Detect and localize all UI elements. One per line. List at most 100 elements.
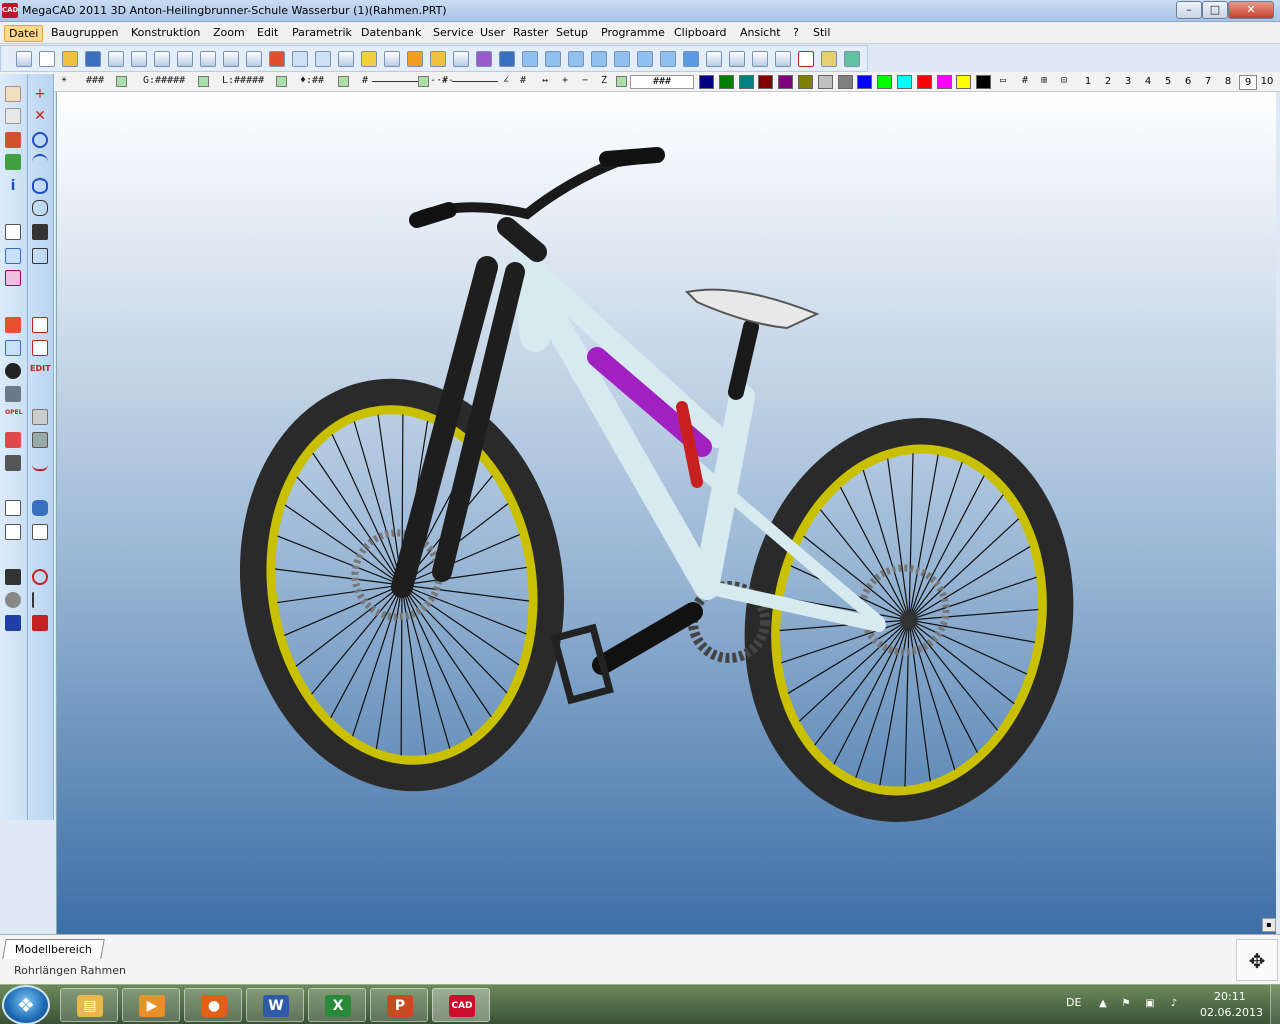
sphere-icon[interactable] xyxy=(5,363,21,379)
explode-icon[interactable] xyxy=(5,317,21,333)
blocks-icon[interactable] xyxy=(5,224,21,240)
linetype-hash[interactable]: # xyxy=(362,75,368,86)
color-field[interactable]: ### xyxy=(630,75,694,89)
save-icon[interactable] xyxy=(85,51,101,67)
2d-3d-toggle-icon[interactable] xyxy=(16,51,32,67)
language-indicator[interactable]: DE xyxy=(1066,996,1081,1009)
view-front-icon[interactable] xyxy=(545,51,561,67)
layer-9[interactable]: 9 xyxy=(1239,75,1257,90)
print-preview-icon[interactable] xyxy=(131,51,147,67)
color-swatch[interactable] xyxy=(699,75,714,89)
clock-time[interactable]: 20:11 xyxy=(1214,990,1246,1003)
cylinder-3-icon[interactable] xyxy=(752,51,768,67)
color-swatch[interactable] xyxy=(738,75,754,89)
lock-g-icon[interactable] xyxy=(198,76,209,87)
tree-icon[interactable] xyxy=(821,51,837,67)
taskbar-excel[interactable]: X xyxy=(308,988,366,1022)
color-swatch[interactable] xyxy=(798,75,813,89)
color-swatch[interactable] xyxy=(897,75,912,89)
menu-zoom[interactable]: Zoom xyxy=(209,25,249,42)
assembly-icon[interactable] xyxy=(5,340,21,356)
taskbar-powerpoint[interactable]: P xyxy=(370,988,428,1022)
paste-icon[interactable] xyxy=(5,524,21,540)
start-button[interactable]: ❖ xyxy=(2,985,50,1024)
view-iso-icon[interactable] xyxy=(637,51,653,67)
point-icon[interactable]: + xyxy=(32,86,48,102)
view-icon[interactable] xyxy=(453,51,469,67)
tool-icon[interactable] xyxy=(5,569,21,585)
erase-icon[interactable] xyxy=(269,51,285,67)
view-left-icon[interactable] xyxy=(591,51,607,67)
color-swatch[interactable] xyxy=(916,75,932,89)
workplane-icon[interactable] xyxy=(361,51,377,67)
layer-4[interactable]: 4 xyxy=(1139,75,1157,90)
coordinate-icon[interactable] xyxy=(407,51,423,67)
figure-icon[interactable] xyxy=(5,615,21,631)
minus-icon[interactable]: − xyxy=(582,75,588,86)
layer-5[interactable]: 5 xyxy=(1159,75,1177,90)
color-swatch[interactable] xyxy=(857,75,873,89)
megacad-logo-icon[interactable]: CAD xyxy=(2,3,18,18)
menu-edit[interactable]: Edit xyxy=(253,25,282,42)
menu-help[interactable]: ? xyxy=(789,25,803,42)
snap-grid-icon[interactable]: ⊞ xyxy=(1041,75,1047,86)
snap-icon[interactable] xyxy=(430,51,446,67)
menu-stil[interactable]: Stil xyxy=(809,25,834,42)
modify-icon[interactable] xyxy=(32,224,48,240)
box-icon[interactable] xyxy=(32,409,48,425)
layer-1[interactable]: 1 xyxy=(1079,75,1097,90)
structure-icon[interactable] xyxy=(844,51,860,67)
shade-icon[interactable] xyxy=(499,51,515,67)
volume-icon[interactable]: ♪ xyxy=(1168,998,1180,1010)
line-icon[interactable]: ✕ xyxy=(32,108,48,124)
sheet-icon[interactable] xyxy=(246,51,262,67)
taskbar-explorer[interactable]: ▤ xyxy=(60,988,118,1022)
print-icon[interactable] xyxy=(108,51,124,67)
import-icon[interactable] xyxy=(177,51,193,67)
menu-raster[interactable]: Raster xyxy=(509,25,552,42)
opel-side-icon[interactable]: OPEL xyxy=(5,409,22,425)
menu-user[interactable]: User xyxy=(476,25,509,42)
tab-rohrlaengen[interactable]: Rohrlängen Rahmen xyxy=(4,961,136,981)
menu-datenbank[interactable]: Datenbank xyxy=(357,25,425,42)
show-desktop-button[interactable] xyxy=(1270,985,1280,1024)
pen-icon[interactable] xyxy=(5,132,21,148)
color-swatch[interactable] xyxy=(956,75,972,89)
width-hash[interactable]: # xyxy=(442,75,448,86)
close-button[interactable]: ✕ xyxy=(1228,1,1274,19)
lock-z-icon[interactable] xyxy=(616,76,627,87)
menu-clipboard[interactable]: Clipboard xyxy=(670,25,731,42)
navigation-cross-icon[interactable]: ✥ xyxy=(1236,939,1278,981)
color-swatch[interactable] xyxy=(758,75,774,89)
z-icon[interactable]: Z xyxy=(601,75,607,86)
excel-link-icon[interactable] xyxy=(5,154,21,170)
group-icon[interactable]: ⊡ xyxy=(1061,75,1067,86)
plus-icon[interactable]: + xyxy=(562,75,568,86)
tab-modellbereich[interactable]: Modellbereich xyxy=(2,939,105,959)
color-swatch[interactable] xyxy=(837,75,853,89)
menu-service[interactable]: Service xyxy=(429,25,478,42)
render-icon[interactable] xyxy=(476,51,492,67)
lock-l-icon[interactable] xyxy=(276,76,287,87)
copy-icon[interactable] xyxy=(5,500,21,516)
circle-icon[interactable] xyxy=(32,132,48,148)
menu-datei[interactable]: Datei xyxy=(4,25,44,42)
menu-parametrik[interactable]: Parametrik xyxy=(288,25,356,42)
menu-konstruktion[interactable]: Konstruktion xyxy=(127,25,204,42)
grid-toggle-icon[interactable]: # xyxy=(1022,75,1028,86)
sun-icon[interactable]: ☀ xyxy=(61,75,67,86)
layer-icon[interactable] xyxy=(223,51,239,67)
layer-7[interactable]: 7 xyxy=(1199,75,1217,90)
layer-6[interactable]: 6 xyxy=(1179,75,1197,90)
angle-hash[interactable]: # xyxy=(520,75,526,86)
menu-setup[interactable]: Setup xyxy=(552,25,592,42)
grid-plane-icon[interactable] xyxy=(384,51,400,67)
minimize-button[interactable]: – xyxy=(1176,1,1202,19)
axis-icon[interactable] xyxy=(338,51,354,67)
layer-8[interactable]: 8 xyxy=(1219,75,1237,90)
group-2-icon[interactable] xyxy=(5,248,21,264)
monitor-icon[interactable]: ▭ xyxy=(1000,75,1006,86)
undo-icon[interactable] xyxy=(292,51,308,67)
linetype-line-icon[interactable] xyxy=(372,81,422,82)
color-swatch[interactable] xyxy=(936,75,952,89)
